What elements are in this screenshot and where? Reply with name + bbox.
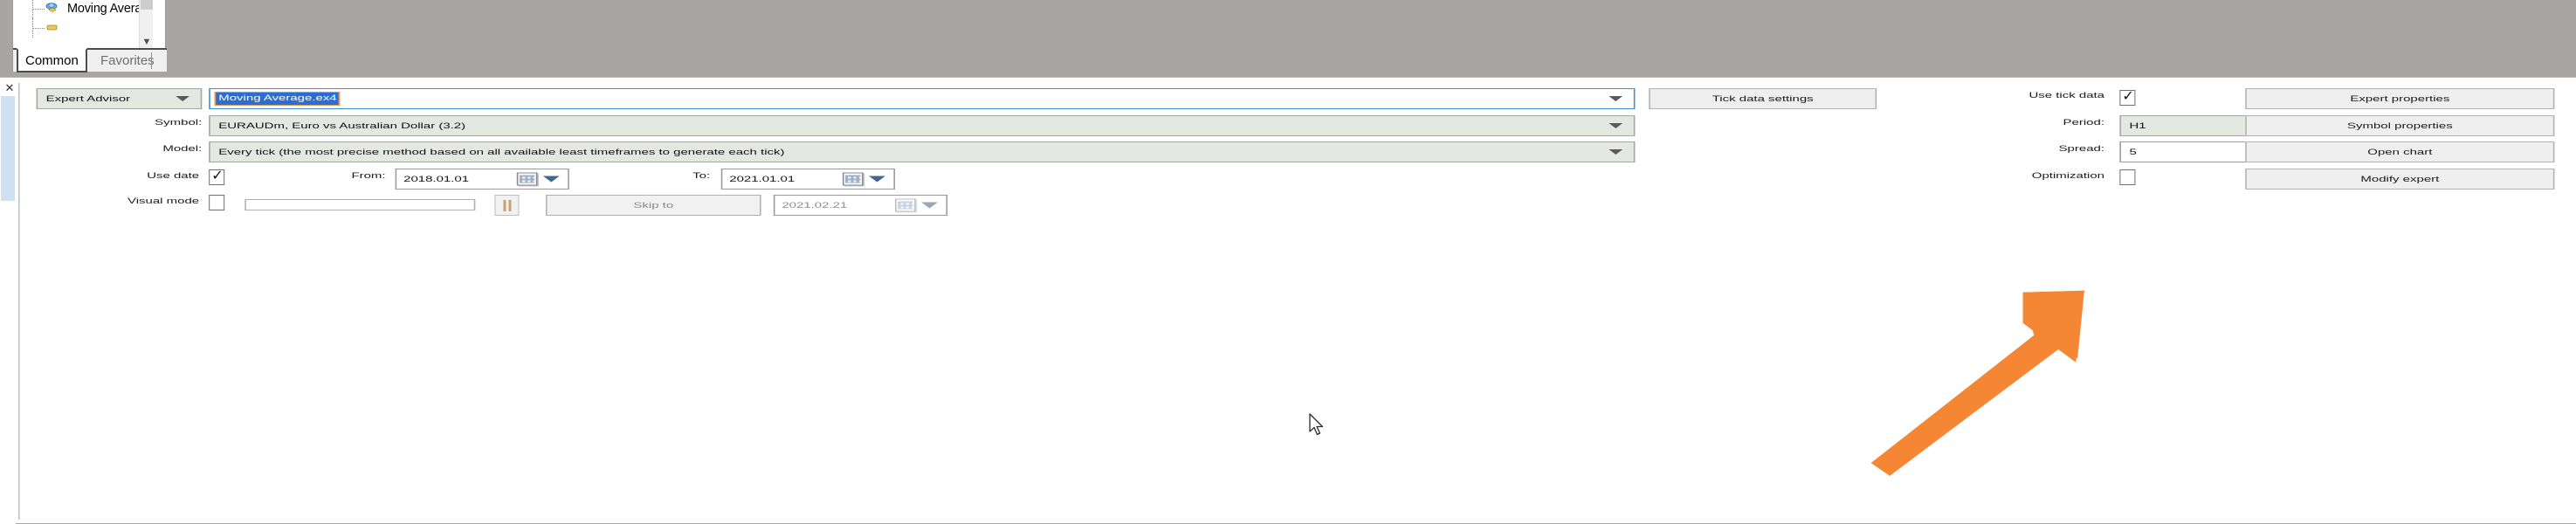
navigator-scrollbar[interactable]: ▼	[139, 0, 153, 50]
chevron-down-icon	[1608, 149, 1623, 155]
navigator-panel: MACD Sample Mahmoud1990_B Moving A	[12, 0, 167, 72]
pause-icon	[502, 199, 506, 211]
expert-file-input[interactable]: Moving Average.ex4	[209, 88, 1636, 109]
date-to-input[interactable]: 2021.01.01	[720, 169, 895, 190]
calendar-icon[interactable]	[516, 172, 538, 186]
strategy-tester-panel: ✕ Expert Advisor Moving Average.ex4 Tick…	[0, 77, 2576, 524]
chevron-down-icon	[176, 96, 190, 101]
model-value: Every tick (the most precise method base…	[218, 147, 785, 157]
expert-type-combo[interactable]: Expert Advisor	[36, 88, 203, 109]
symbol-properties-button[interactable]: Symbol properties	[2245, 115, 2555, 136]
close-icon[interactable]: ✕	[3, 81, 16, 94]
symbol-combo[interactable]: EURAUDm, Euro vs Australian Dollar (3.2)	[209, 115, 1636, 136]
use-tick-data-label: Use tick data	[2028, 91, 2105, 100]
tab-favorites-label: Favorites	[100, 52, 155, 68]
from-label: From:	[351, 171, 386, 181]
expert-type-value: Expert Advisor	[45, 93, 131, 104]
period-label: Period:	[2063, 118, 2105, 128]
tree-item[interactable]: Moving Average	[13, 0, 153, 18]
chevron-down-icon[interactable]	[1608, 96, 1623, 101]
navigator-region: MACD Sample Mahmoud1990_B Moving A	[0, 0, 2576, 77]
expert-advisor-icon	[45, 3, 58, 12]
navigator-tabstrip: Common Favorites	[13, 48, 167, 72]
tester-form: Expert Advisor Moving Average.ex4 Tick d…	[18, 83, 2573, 520]
calendar-icon[interactable]	[894, 198, 916, 212]
symbol-label: Symbol:	[155, 118, 203, 128]
skip-to-label: Skip to	[633, 200, 674, 210]
expert-file-value: Moving Average.ex4	[214, 92, 340, 106]
visual-mode-slider[interactable]	[245, 199, 476, 210]
open-chart-label: Open chart	[2367, 147, 2433, 157]
tick-data-settings-button[interactable]: Tick data settings	[1649, 88, 1877, 109]
use-date-checkbox[interactable]: ✓	[209, 169, 225, 185]
mouse-cursor	[1309, 413, 1324, 436]
spread-value: 5	[2129, 147, 2137, 157]
date-from-value: 2018.01.01	[403, 174, 470, 184]
visual-mode-checkbox[interactable]	[209, 195, 225, 210]
chevron-down-icon	[1608, 123, 1623, 128]
use-tick-data-checkbox[interactable]: ✓	[2119, 89, 2136, 106]
date-to-value: 2021.01.01	[729, 174, 796, 184]
tree-item-partial[interactable]	[13, 18, 153, 38]
optimization-checkbox[interactable]	[2119, 169, 2136, 185]
optimization-label: Optimization	[2031, 171, 2105, 181]
modify-expert-label: Modify expert	[2360, 174, 2440, 184]
model-label: Model:	[162, 144, 203, 154]
chevron-down-icon[interactable]	[921, 202, 938, 209]
check-icon: ✓	[211, 169, 224, 183]
visual-mode-label: Visual mode	[127, 196, 200, 206]
script-icon	[46, 24, 58, 31]
tab-common-label: Common	[25, 52, 79, 68]
tick-data-settings-label: Tick data settings	[1712, 93, 1814, 104]
skip-to-button[interactable]: Skip to	[545, 195, 761, 216]
expert-properties-button[interactable]: Expert properties	[2245, 88, 2555, 109]
date-from-input[interactable]: 2018.01.01	[395, 169, 569, 190]
symbol-properties-label: Symbol properties	[2347, 121, 2453, 131]
tab-common[interactable]: Common	[17, 48, 87, 72]
skip-to-date-value: 2021.02.21	[782, 200, 848, 210]
skip-to-date-input[interactable]: 2021.02.21	[773, 195, 948, 216]
expert-properties-label: Expert properties	[2350, 93, 2450, 104]
tester-left-rail	[0, 96, 16, 524]
scrollbar-thumb[interactable]	[141, 0, 153, 10]
pause-button[interactable]	[494, 195, 520, 216]
period-value: H1	[2129, 121, 2146, 131]
chevron-down-icon[interactable]	[868, 176, 885, 183]
symbol-value: EURAUDm, Euro vs Australian Dollar (3.2)	[218, 121, 466, 131]
check-icon: ✓	[2122, 89, 2134, 104]
calendar-icon[interactable]	[842, 172, 864, 186]
open-chart-button[interactable]: Open chart	[2245, 141, 2555, 162]
pause-icon	[507, 199, 511, 211]
chevron-down-icon[interactable]	[542, 176, 560, 183]
tester-vertical-tab[interactable]	[1, 96, 15, 201]
modify-expert-button[interactable]: Modify expert	[2245, 169, 2555, 190]
tab-separator	[151, 52, 152, 69]
model-combo[interactable]: Every tick (the most precise method base…	[209, 141, 1636, 162]
spread-label: Spread:	[2058, 144, 2105, 154]
use-date-label: Use date	[147, 171, 200, 181]
navigator-tree[interactable]: MACD Sample Mahmoud1990_B Moving A	[13, 0, 153, 50]
to-label: To:	[692, 171, 711, 181]
